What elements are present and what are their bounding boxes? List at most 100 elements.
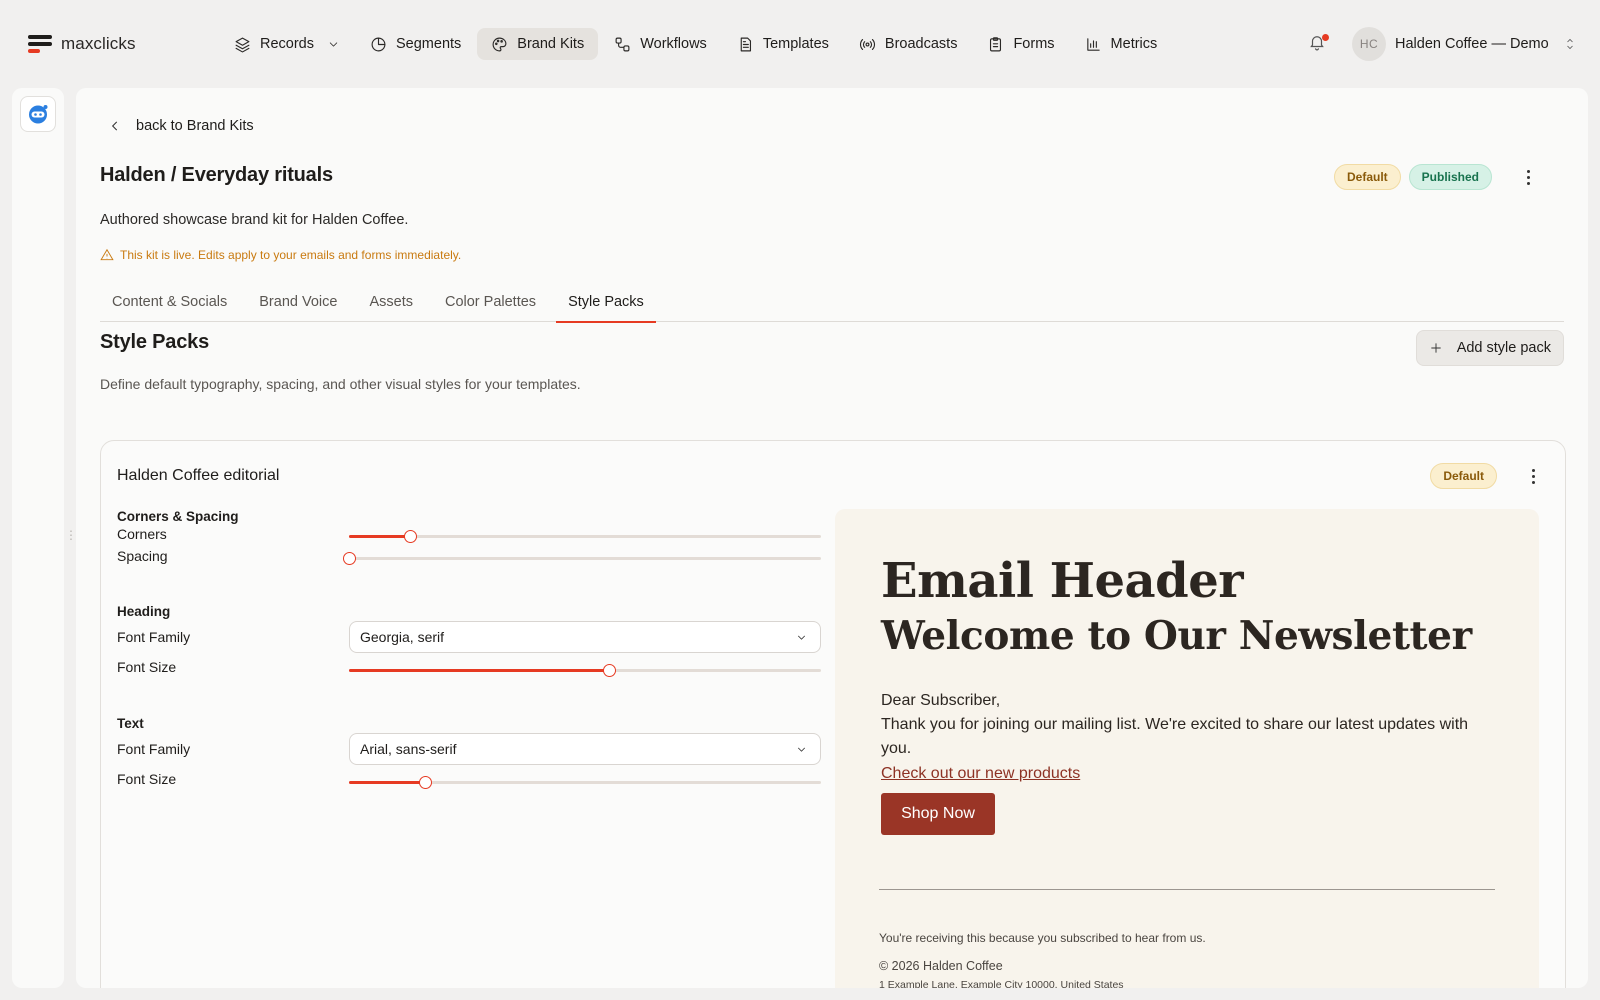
slider-fill bbox=[349, 535, 411, 538]
nav-label: Templates bbox=[762, 36, 829, 52]
assistant-button[interactable] bbox=[20, 96, 56, 132]
corners-label: Corners bbox=[117, 526, 167, 542]
workflow-icon bbox=[615, 37, 630, 51]
slider-fill bbox=[349, 781, 425, 784]
preview-subheader: Welcome to Our Newsletter bbox=[881, 613, 1472, 659]
bar-chart-icon bbox=[1086, 37, 1100, 51]
avatar: HC bbox=[1352, 27, 1386, 61]
kit-more-menu-button[interactable] bbox=[1516, 164, 1540, 190]
tab-color-palettes[interactable]: Color Palettes bbox=[433, 282, 548, 322]
pie-chart-icon bbox=[371, 37, 386, 51]
clipboard-icon bbox=[990, 36, 1002, 51]
spacing-slider[interactable] bbox=[343, 552, 821, 566]
heading-font-size-label: Font Size bbox=[117, 659, 177, 675]
add-style-pack-label: Add style pack bbox=[1456, 340, 1551, 356]
heading-group-title: Heading bbox=[117, 604, 171, 619]
nav-label: Forms bbox=[1013, 36, 1055, 52]
tab-content-socials[interactable]: Content & Socials bbox=[100, 282, 239, 322]
preview-header: Email Header bbox=[881, 553, 1244, 609]
heading-font-family-value: Georgia, serif bbox=[360, 629, 445, 645]
corners-slider[interactable] bbox=[349, 530, 821, 544]
style-pack-more-menu-button[interactable] bbox=[1521, 463, 1545, 489]
nav-item-brand-kits[interactable]: Brand Kits bbox=[477, 28, 599, 60]
text-font-family-value: Arial, sans-serif bbox=[360, 741, 457, 757]
corners-spacing-group-title: Corners & Spacing bbox=[117, 509, 239, 524]
broadcast-icon bbox=[859, 38, 875, 50]
preview-divider bbox=[879, 889, 1495, 890]
logo-icon bbox=[28, 34, 52, 54]
kit-badges: Default Published bbox=[1333, 164, 1540, 190]
preview-footer-copyright: © 2026 Halden Coffee bbox=[879, 959, 1003, 973]
app-logo[interactable]: maxclicks bbox=[28, 34, 136, 54]
text-font-family-label: Font Family bbox=[117, 741, 191, 757]
style-pack-card: Halden Coffee editorial Default Corners … bbox=[100, 440, 1566, 988]
main-panel: back to Brand Kits Halden / Everyday rit… bbox=[76, 88, 1588, 988]
email-preview: Email Header Welcome to Our Newsletter D… bbox=[835, 509, 1539, 988]
page-title: Halden / Everyday rituals bbox=[100, 164, 333, 186]
nav-label: Brand Kits bbox=[517, 36, 585, 52]
back-label: back to Brand Kits bbox=[136, 118, 254, 134]
warning-text: This kit is live. Edits apply to your em… bbox=[120, 248, 462, 262]
published-badge: Published bbox=[1408, 164, 1492, 190]
slider-thumb[interactable] bbox=[602, 664, 616, 677]
text-font-family-select[interactable]: Arial, sans-serif bbox=[349, 733, 821, 765]
tab-brand-voice[interactable]: Brand Voice bbox=[247, 282, 349, 322]
nav-label: Segments bbox=[396, 36, 462, 52]
slider-thumb[interactable] bbox=[343, 552, 356, 565]
nav-label: Records bbox=[260, 36, 314, 52]
notification-dot bbox=[1322, 34, 1329, 41]
slider-track bbox=[349, 557, 821, 560]
nav-item-segments[interactable]: Segments bbox=[356, 28, 475, 60]
preview-products-link[interactable]: Check out our new products bbox=[881, 765, 1080, 783]
slider-track bbox=[349, 535, 821, 538]
preview-shop-now-button[interactable]: Shop Now bbox=[881, 793, 995, 835]
tab-style-packs[interactable]: Style Packs bbox=[556, 282, 656, 323]
slider-thumb[interactable] bbox=[418, 776, 432, 789]
nav-item-metrics[interactable]: Metrics bbox=[1071, 28, 1172, 60]
default-badge: Default bbox=[1333, 164, 1401, 190]
left-rail bbox=[12, 88, 64, 988]
kit-description: Authored showcase brand kit for Halden C… bbox=[100, 212, 409, 228]
back-to-brand-kits-link[interactable]: back to Brand Kits bbox=[108, 118, 254, 134]
section-title: Style Packs bbox=[100, 331, 209, 353]
chevron-down-icon bbox=[797, 747, 806, 752]
brand-kit-tabs: Content & Socials Brand Voice Assets Col… bbox=[100, 282, 1564, 323]
account-name: Halden Coffee — Demo bbox=[1395, 36, 1549, 52]
spacing-label: Spacing bbox=[117, 548, 168, 564]
preview-footer-address: 1 Example Lane, Example City 10000, Unit… bbox=[879, 979, 1124, 988]
slider-fill bbox=[349, 669, 609, 672]
nav-label: Workflows bbox=[640, 36, 707, 52]
preview-body: Dear Subscriber, Thank you for joining o… bbox=[881, 689, 1481, 761]
heading-font-family-select[interactable]: Georgia, serif bbox=[349, 621, 821, 653]
notifications-button[interactable] bbox=[1308, 33, 1330, 55]
nav-item-records[interactable]: Records bbox=[220, 28, 354, 60]
warning-triangle-icon bbox=[100, 248, 114, 261]
account-switcher[interactable]: HC Halden Coffee — Demo bbox=[1352, 27, 1576, 61]
nav-item-workflows[interactable]: Workflows bbox=[600, 28, 721, 60]
chevron-down-icon bbox=[797, 635, 806, 640]
document-icon bbox=[740, 37, 751, 51]
slider-thumb[interactable] bbox=[404, 530, 418, 543]
chevron-down-icon bbox=[329, 41, 338, 47]
chevron-up-down-icon bbox=[1566, 38, 1573, 50]
section-description: Define default typography, spacing, and … bbox=[100, 376, 581, 392]
nav-item-forms[interactable]: Forms bbox=[973, 28, 1068, 60]
plus-icon bbox=[1431, 343, 1441, 353]
add-style-pack-button[interactable]: Add style pack bbox=[1415, 330, 1564, 366]
style-pack-default-badge: Default bbox=[1430, 463, 1497, 489]
nav-item-broadcasts[interactable]: Broadcasts bbox=[845, 28, 972, 60]
heading-font-family-label: Font Family bbox=[117, 629, 191, 645]
nav-item-templates[interactable]: Templates bbox=[723, 28, 843, 60]
style-pack-name: Halden Coffee editorial bbox=[117, 467, 280, 484]
nav-label: Broadcasts bbox=[884, 36, 958, 52]
text-font-size-slider[interactable] bbox=[349, 776, 821, 790]
live-warning: This kit is live. Edits apply to your em… bbox=[100, 248, 461, 262]
top-bar: maxclicks Records Segments Brand Kits Wo… bbox=[0, 0, 1600, 88]
preview-footer-note: You're receiving this because you subscr… bbox=[879, 931, 1206, 945]
tab-assets[interactable]: Assets bbox=[357, 282, 425, 322]
preview-body-text: Thank you for joining our mailing list. … bbox=[881, 716, 1469, 757]
heading-font-size-slider[interactable] bbox=[349, 664, 821, 678]
text-font-size-label: Font Size bbox=[117, 771, 177, 787]
layers-icon bbox=[235, 37, 250, 53]
app-name: maxclicks bbox=[61, 34, 136, 53]
